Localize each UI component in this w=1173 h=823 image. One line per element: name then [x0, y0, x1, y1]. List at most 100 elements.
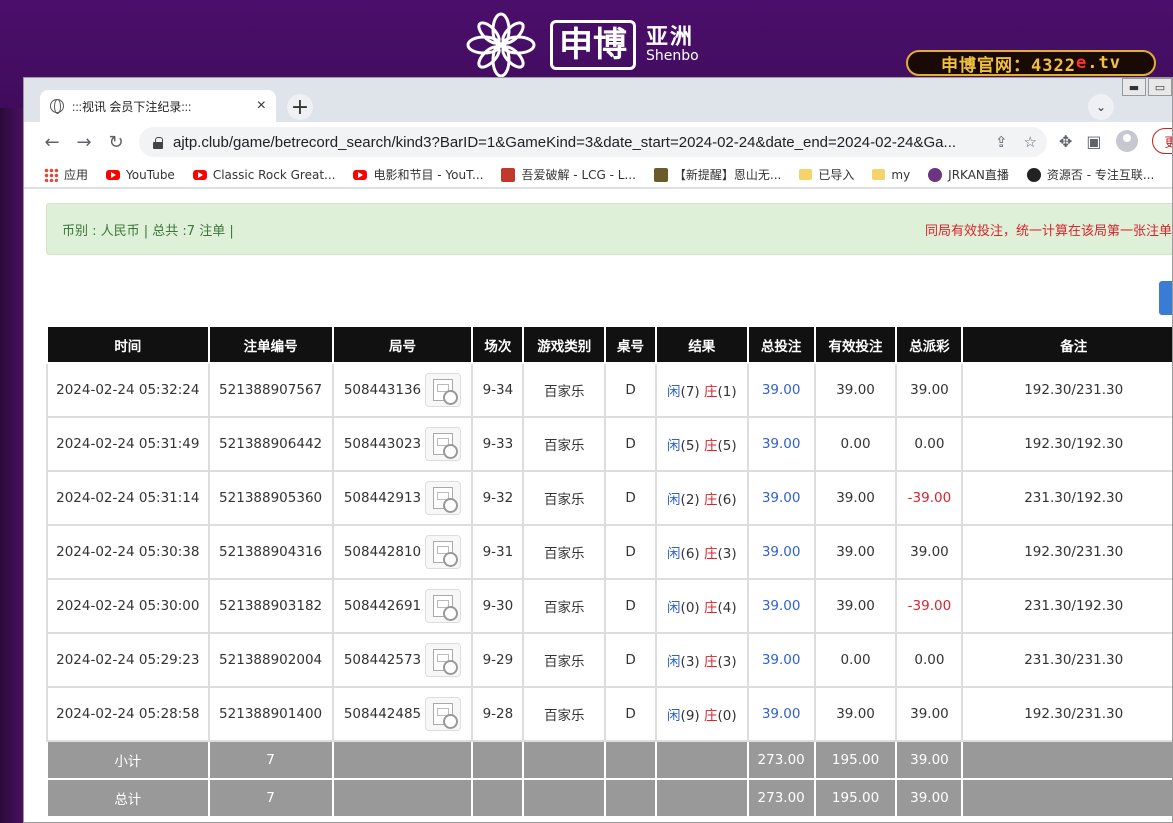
- maximize-icon[interactable]: ▭: [1148, 78, 1172, 96]
- background-left-strip: [0, 108, 24, 823]
- folder-icon: [872, 169, 886, 180]
- video-doc-shape: [433, 649, 459, 675]
- logo-brand-side: 亚洲 Shenbo: [646, 27, 699, 64]
- rule-notice: 同局有效投注，统一计算在该局第一张注单内: [924, 223, 1173, 239]
- bookmark-item[interactable]: JRKAN直播: [928, 166, 1009, 183]
- video-replay-icon[interactable]: [425, 535, 462, 569]
- result: 闲(0) 庄(4): [654, 578, 749, 634]
- table-header-row: 时间 注单编号 局号 场次 游戏类别 桌号 结果 总投注 有效投注 总派彩 备注: [46, 325, 1172, 364]
- valid-bet: 39.00: [813, 524, 898, 580]
- reload-button[interactable]: ↻: [100, 126, 132, 158]
- video-replay-icon[interactable]: [425, 373, 462, 407]
- extensions-icon[interactable]: ✥: [1059, 132, 1072, 151]
- table-number: D: [604, 416, 657, 472]
- banker-value: (0): [717, 708, 737, 724]
- summary-count: 7: [207, 778, 334, 818]
- total-bet[interactable]: 39.00: [746, 578, 816, 634]
- side-blue-button[interactable]: [1159, 281, 1172, 315]
- note: 231.30/192.30: [961, 578, 1172, 634]
- tab-close-icon[interactable]: ×: [257, 97, 266, 115]
- new-tab-button[interactable]: +: [287, 94, 313, 120]
- valid-bet: 0.00: [813, 416, 898, 472]
- bookmark-label: Classic Rock Great...: [212, 167, 336, 182]
- total-bet[interactable]: 39.00: [746, 686, 816, 742]
- player-value: (2): [680, 492, 700, 508]
- banker-value: (6): [717, 492, 737, 508]
- column-header: 备注: [961, 325, 1172, 364]
- total-bet[interactable]: 39.00: [746, 362, 816, 418]
- total-bet[interactable]: 39.00: [746, 524, 816, 580]
- minimize-icon[interactable]: ▬: [1122, 78, 1146, 96]
- note: 192.30/231.30: [961, 524, 1172, 580]
- bookmark-item[interactable]: YouTube: [106, 168, 175, 182]
- bet-time: 2024-02-24 05:30:00: [46, 578, 210, 634]
- lock-icon[interactable]: [153, 136, 163, 149]
- globe-icon: [50, 99, 64, 114]
- payout: 39.00: [895, 524, 964, 580]
- video-replay-icon[interactable]: [425, 697, 462, 731]
- summary-row: 总计 7 273.00 195.00 39.00: [46, 778, 1172, 818]
- url-text[interactable]: ajtp.club/game/betrecord_search/kind3?Ba…: [173, 134, 983, 151]
- image-icon: [653, 167, 668, 182]
- bookmark-label: 资源否 - 专注互联...: [1046, 168, 1155, 182]
- banker-label: 庄: [703, 492, 718, 508]
- summary-count: 7: [207, 740, 334, 780]
- round-number-wrap: 508442691: [334, 589, 472, 623]
- total-bet[interactable]: 39.00: [746, 470, 816, 526]
- tab-search-button[interactable]: ⌄: [1088, 94, 1114, 120]
- bet-id: 521388902004: [207, 632, 334, 688]
- session: 9-30: [471, 578, 525, 634]
- bookmark-item[interactable]: 【新提醒】恩山无...: [653, 166, 781, 183]
- lcg-icon: [501, 167, 516, 182]
- page-content: 币别 : 人民币 | 总共 :7 注单 | 同局有效投注，统一计算在该局第一张注…: [24, 189, 1173, 822]
- banker-label: 庄: [703, 654, 718, 670]
- bookmark-item[interactable]: 应用: [44, 166, 88, 183]
- official-prefix: 申博官网：4322: [941, 55, 1076, 76]
- resource-icon: [1026, 167, 1041, 182]
- bet-records-table: 时间 注单编号 局号 场次 游戏类别 桌号 结果 总投注 有效投注 总派彩 备注 2024-02-2…: [46, 325, 1172, 818]
- address-bar[interactable]: ajtp.club/game/betrecord_search/kind3?Ba…: [139, 127, 1047, 157]
- table-number: D: [604, 686, 657, 742]
- round-number: 508442573: [343, 652, 422, 668]
- total-bet[interactable]: 39.00: [746, 416, 816, 472]
- total-bet[interactable]: 39.00: [746, 632, 816, 688]
- video-replay-icon[interactable]: [425, 589, 462, 623]
- bookmark-item[interactable]: 电影和节目 - YouT...: [353, 166, 483, 183]
- valid-bet: 39.00: [813, 362, 898, 418]
- column-header: 时间: [46, 325, 210, 364]
- update-button[interactable]: 更: [1151, 128, 1172, 154]
- player-label: 闲: [667, 654, 681, 670]
- bookmark-item[interactable]: my: [872, 168, 910, 182]
- summary-label: 总计: [46, 778, 210, 818]
- column-header: 局号: [331, 325, 474, 364]
- player-label: 闲: [667, 384, 681, 400]
- video-replay-icon[interactable]: [425, 643, 462, 677]
- bookmark-item[interactable]: 资源否 - 专注互联...: [1026, 166, 1155, 183]
- summary-valid: 195.00: [813, 740, 898, 780]
- table-row: 2024-02-24 05:30:38 521388904316 508442810…: [46, 524, 1172, 580]
- result: 闲(9) 庄(0): [654, 686, 749, 742]
- browser-window: :::视讯 会员下注纪录::: × + ⌄ ▬ ▭ ← → ↻ ajtp.clu…: [23, 77, 1173, 823]
- bookmark-item[interactable]: 吾爱破解 - LCG - L...: [501, 166, 636, 183]
- back-button[interactable]: ←: [36, 126, 68, 158]
- bet-id: 521388903182: [207, 578, 334, 634]
- forward-button[interactable]: →: [68, 126, 100, 158]
- bookmark-item[interactable]: 已导入: [799, 166, 854, 183]
- round-number: 508443023: [343, 436, 422, 452]
- side-panel-icon[interactable]: ▣: [1086, 132, 1101, 151]
- profile-avatar-icon[interactable]: [1115, 130, 1138, 152]
- bookmark-label: JRKAN直播: [948, 168, 1009, 182]
- banker-label: 庄: [703, 438, 718, 454]
- youtube-icon: [106, 169, 121, 180]
- session: 9-29: [471, 632, 525, 688]
- bookmark-star-icon[interactable]: ☆: [1024, 133, 1037, 151]
- session: 9-34: [471, 362, 525, 418]
- video-replay-icon[interactable]: [425, 427, 462, 461]
- active-tab[interactable]: :::视讯 会员下注纪录::: ×: [40, 90, 276, 122]
- share-icon[interactable]: ⇪: [995, 133, 1008, 151]
- summary-empty: [522, 778, 607, 818]
- payout: 39.00: [895, 362, 964, 418]
- bookmark-item[interactable]: Classic Rock Great...: [192, 167, 336, 182]
- video-replay-icon[interactable]: [425, 481, 462, 515]
- official-suffix: .tv: [1087, 53, 1121, 73]
